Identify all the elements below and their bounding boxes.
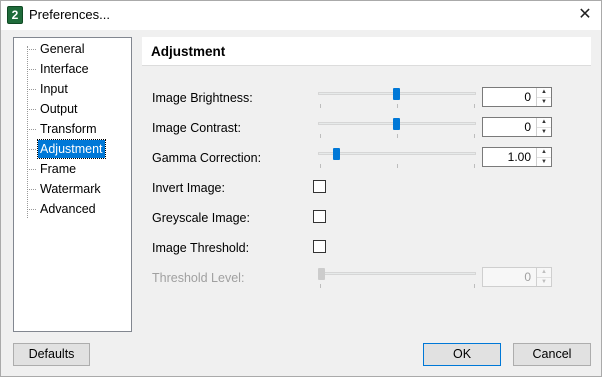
threshold-level-label: Threshold Level: (152, 271, 245, 285)
threshold-checkbox[interactable] (313, 240, 326, 253)
slider-tick (397, 104, 398, 108)
app-icon: 2 (7, 6, 23, 24)
tree-item-label: Interface (40, 62, 89, 76)
tree-item-watermark[interactable]: Watermark (14, 180, 131, 198)
title-bar[interactable]: 2 Preferences... ✕ (1, 1, 601, 30)
slider-tick (320, 284, 321, 288)
gamma-spinbox[interactable]: 1.00 ▲ ▼ (482, 147, 552, 167)
greyscale-checkbox[interactable] (313, 210, 326, 223)
contrast-value[interactable]: 0 (524, 120, 531, 134)
tree-branch (27, 69, 36, 70)
tree-branch (27, 169, 36, 170)
slider-thumb[interactable] (393, 118, 400, 130)
tree-item-adjustment[interactable]: Adjustment (14, 139, 131, 159)
tree-item-label: Frame (40, 162, 77, 176)
spin-up-icon[interactable]: ▲ (537, 118, 551, 127)
spin-down-icon: ▼ (537, 277, 551, 286)
tree-branch (27, 209, 36, 210)
tree-item-label: Watermark (40, 182, 101, 196)
tree-item-label: Input (40, 82, 68, 96)
threshold-level-value: 0 (524, 270, 531, 284)
tree-item-frame[interactable]: Frame (14, 160, 131, 178)
tree-branch (27, 189, 36, 190)
threshold-label: Image Threshold: (152, 241, 250, 255)
preferences-window: 2 Preferences... ✕ General Interface Inp… (0, 0, 602, 377)
threshold-level-spinbox: 0 ▲ ▼ (482, 267, 552, 287)
panel-header: Adjustment (142, 37, 591, 66)
invert-label: Invert Image: (152, 181, 225, 195)
gamma-label: Gamma Correction: (152, 151, 262, 165)
slider-thumb[interactable] (333, 148, 340, 160)
category-tree[interactable]: General Interface Input Output Transform… (13, 37, 132, 332)
panel-title: Adjustment (151, 44, 226, 59)
tree-branch (27, 109, 36, 110)
window-title: Preferences... (29, 7, 110, 22)
ok-button[interactable]: OK (423, 343, 501, 366)
spin-down-icon[interactable]: ▼ (537, 157, 551, 166)
spin-up-icon[interactable]: ▲ (537, 148, 551, 157)
tree-item-interface[interactable]: Interface (14, 60, 131, 78)
tree-branch (27, 89, 36, 90)
slider-tick (320, 164, 321, 168)
tree-item-input[interactable]: Input (14, 80, 131, 98)
spin-up-icon: ▲ (541, 269, 547, 275)
spin-up-icon[interactable]: ▲ (537, 88, 551, 97)
close-icon[interactable]: ✕ (573, 4, 597, 26)
tree-item-advanced[interactable]: Advanced (14, 200, 131, 218)
tree-item-general[interactable]: General (14, 40, 131, 58)
slider-tick (474, 284, 475, 288)
spin-down-icon[interactable]: ▼ (537, 127, 551, 136)
slider-track[interactable] (318, 152, 476, 155)
invert-checkbox[interactable] (313, 180, 326, 193)
contrast-label: Image Contrast: (152, 121, 241, 135)
slider-tick (320, 104, 321, 108)
slider-tick (397, 134, 398, 138)
slider-tick (474, 104, 475, 108)
slider-tick (320, 134, 321, 138)
defaults-button[interactable]: Defaults (13, 343, 90, 366)
tree-branch (27, 129, 36, 130)
brightness-label: Image Brightness: (152, 91, 253, 105)
spin-down-icon[interactable]: ▼ (537, 97, 551, 106)
spin-buttons: ▲ ▼ (536, 88, 551, 106)
slider-track (318, 272, 476, 275)
slider-tick (397, 164, 398, 168)
tree-item-label: Output (40, 102, 78, 116)
tree-item-output[interactable]: Output (14, 100, 131, 118)
brightness-spinbox[interactable]: 0 ▲ ▼ (482, 87, 552, 107)
spin-buttons: ▲ ▼ (536, 268, 551, 286)
slider-tick (474, 134, 475, 138)
slider-tick (474, 164, 475, 168)
tree-item-transform[interactable]: Transform (14, 120, 131, 138)
spin-buttons: ▲ ▼ (536, 148, 551, 166)
tree-branch (27, 49, 36, 50)
contrast-spinbox[interactable]: 0 ▲ ▼ (482, 117, 552, 137)
slider-thumb[interactable] (393, 88, 400, 100)
spin-buttons: ▲ ▼ (536, 118, 551, 136)
tree-branch (27, 149, 36, 150)
tree-item-label: Adjustment (37, 139, 106, 159)
tree-item-label: General (40, 42, 85, 56)
slider-thumb (318, 268, 325, 280)
cancel-button[interactable]: Cancel (513, 343, 591, 366)
brightness-value[interactable]: 0 (524, 90, 531, 104)
gamma-value[interactable]: 1.00 (508, 150, 531, 164)
tree-item-label: Advanced (40, 202, 96, 216)
greyscale-label: Greyscale Image: (152, 211, 250, 225)
tree-item-label: Transform (40, 122, 97, 136)
